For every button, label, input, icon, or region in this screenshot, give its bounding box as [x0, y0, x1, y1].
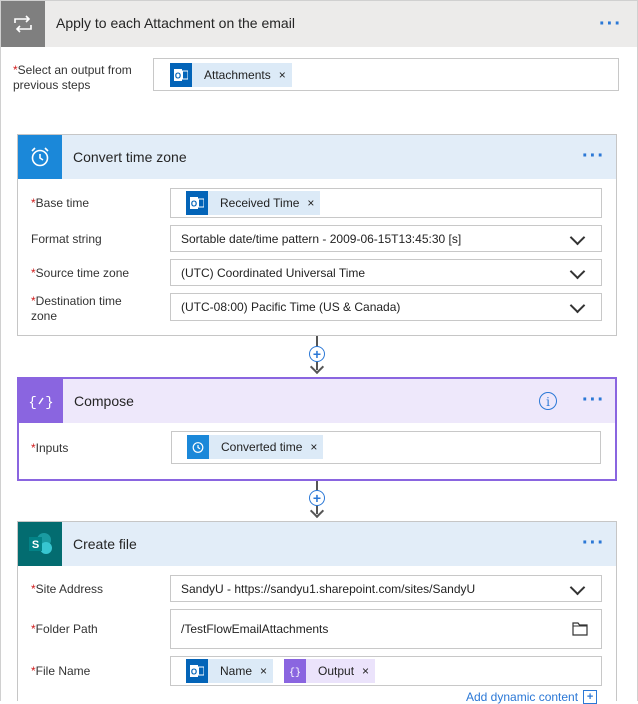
outlook-icon: O: [186, 659, 208, 683]
file-name-field[interactable]: O Name × {} Output ×: [170, 656, 602, 686]
folder-path-value: /TestFlowEmailAttachments: [181, 622, 329, 636]
remove-token-icon[interactable]: ×: [307, 196, 320, 210]
chevron-down-icon: [569, 297, 586, 314]
chevron-down-icon: [569, 579, 586, 595]
svg-text:{}: {}: [289, 667, 301, 678]
compose-card: { } Compose i ··· *Inputs Converted time…: [17, 377, 617, 481]
svg-text:O: O: [191, 668, 197, 677]
more-options-icon[interactable]: ···: [599, 14, 622, 34]
create-file-header[interactable]: S Create file ···: [18, 522, 616, 566]
convert-time-zone-header[interactable]: Convert time zone ···: [18, 135, 616, 179]
apply-to-each-header[interactable]: Apply to each Attachment on the email ··…: [1, 1, 637, 47]
convert-time-zone-title: Convert time zone: [73, 149, 187, 165]
apply-to-each-title: Apply to each Attachment on the email: [56, 15, 295, 31]
alarm-clock-icon: [187, 435, 209, 459]
source-time-zone-label: *Source time zone: [31, 266, 130, 280]
destination-time-zone-value: (UTC-08:00) Pacific Time (US & Canada): [181, 300, 401, 314]
converted-time-token[interactable]: Converted time ×: [187, 435, 324, 459]
inputs-label: *Inputs: [31, 441, 69, 455]
select-output-field[interactable]: O Attachments ×: [153, 58, 619, 91]
compose-braces-icon: { }: [19, 379, 63, 423]
more-options-icon[interactable]: ···: [582, 533, 605, 553]
format-string-value: Sortable date/time pattern - 2009-06-15T…: [181, 232, 462, 246]
outlook-icon: O: [186, 191, 208, 215]
compose-header[interactable]: { } Compose i ···: [19, 379, 615, 423]
select-output-label: *Select an output from previous steps: [13, 63, 132, 92]
convert-time-zone-card: Convert time zone ··· *Base time O Recei…: [17, 134, 617, 336]
loop-icon: [1, 1, 45, 47]
file-name-label: *File Name: [31, 664, 91, 678]
add-icon: +: [583, 690, 598, 704]
remove-token-icon[interactable]: ×: [260, 664, 273, 678]
compose-title: Compose: [74, 393, 134, 409]
chevron-down-icon: [569, 263, 586, 279]
attachments-token[interactable]: O Attachments ×: [170, 63, 292, 87]
info-icon[interactable]: i: [539, 392, 557, 410]
svg-text:O: O: [175, 72, 181, 81]
svg-text:S: S: [32, 539, 39, 551]
base-time-label: *Base time: [31, 196, 90, 210]
source-time-zone-value: (UTC) Coordinated Universal Time: [181, 266, 366, 280]
chevron-down-icon: [569, 229, 586, 245]
folder-picker-icon[interactable]: [572, 621, 588, 639]
name-token[interactable]: O Name ×: [186, 659, 274, 683]
site-address-dropdown[interactable]: SandyU - https://sandyu1.sharepoint.com/…: [170, 575, 602, 602]
folder-path-field[interactable]: /TestFlowEmailAttachments: [170, 609, 602, 649]
create-file-card: S Create file ··· *Site Address SandyU -…: [17, 521, 617, 704]
svg-text:O: O: [191, 200, 197, 209]
sharepoint-icon: S: [18, 522, 62, 566]
folder-path-label: *Folder Path: [31, 622, 98, 636]
more-options-icon[interactable]: ···: [582, 146, 605, 166]
source-time-zone-dropdown[interactable]: (UTC) Coordinated Universal Time: [170, 259, 602, 286]
outlook-icon: O: [170, 63, 192, 87]
site-address-label: *Site Address: [31, 582, 104, 596]
svg-text:{ }: { }: [29, 395, 53, 411]
add-dynamic-content-link[interactable]: Add dynamic content +: [466, 690, 598, 704]
site-address-value: SandyU - https://sandyu1.sharepoint.com/…: [181, 582, 476, 596]
base-time-field[interactable]: O Received Time ×: [170, 188, 602, 218]
received-time-token[interactable]: O Received Time ×: [186, 191, 321, 215]
remove-token-icon[interactable]: ×: [279, 68, 292, 82]
destination-time-zone-dropdown[interactable]: (UTC-08:00) Pacific Time (US & Canada): [170, 293, 602, 321]
inputs-field[interactable]: Converted time ×: [171, 431, 601, 464]
create-file-title: Create file: [73, 536, 137, 552]
remove-token-icon[interactable]: ×: [362, 664, 375, 678]
alarm-clock-icon: [18, 135, 62, 179]
format-string-label: Format string: [31, 232, 102, 246]
output-token[interactable]: {} Output ×: [284, 659, 376, 683]
format-string-dropdown[interactable]: Sortable date/time pattern - 2009-06-15T…: [170, 225, 602, 252]
remove-token-icon[interactable]: ×: [310, 440, 323, 454]
destination-time-zone-label: *Destination time zone: [31, 294, 122, 323]
more-options-icon[interactable]: ···: [582, 390, 605, 410]
compose-braces-icon: {}: [284, 659, 306, 683]
